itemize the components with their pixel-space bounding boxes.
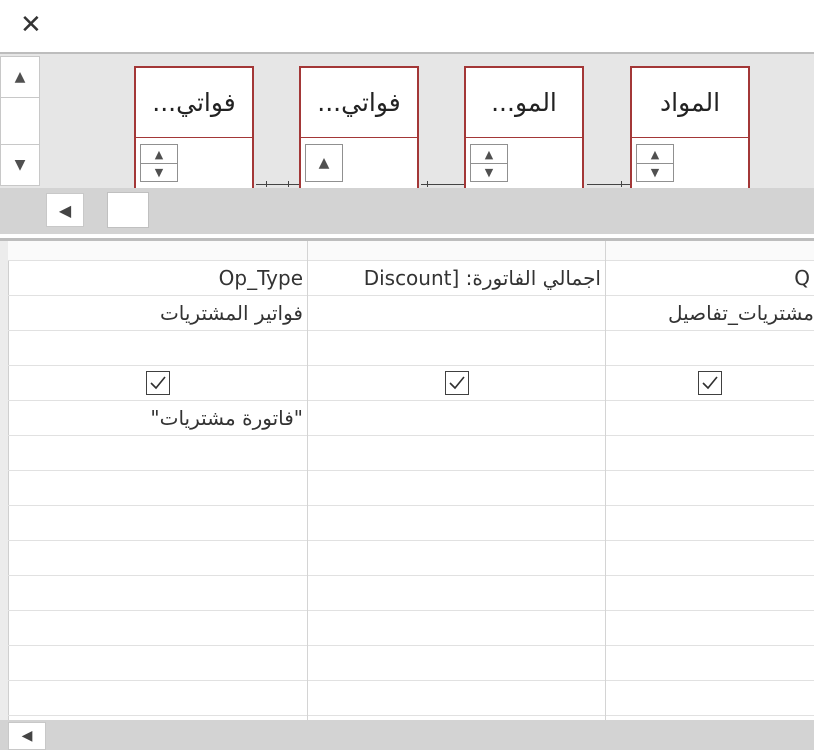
empty-cell[interactable] [606,576,814,611]
empty-cell[interactable] [606,646,814,681]
empty-cell[interactable] [606,681,814,716]
checkbox-checked-icon[interactable] [444,371,469,395]
criteria-value: "فاتورة مشتريات" [150,406,303,430]
empty-cell[interactable] [308,506,605,541]
empty-cell[interactable] [308,681,605,716]
table-cell[interactable]: فواتير المشتريات [8,296,307,331]
table-value: فواتير المشتريات [159,301,303,325]
empty-cell[interactable] [308,471,605,506]
query-window-header: ✕ [0,0,814,54]
join-line [421,181,464,187]
show-cell[interactable] [8,366,307,401]
empty-cell[interactable] [308,576,605,611]
table-field-scroll[interactable]: ▲ [305,144,343,182]
field-value: Q [794,266,810,290]
join-line [256,181,299,187]
arrow-left-icon[interactable]: ◀ [8,722,46,750]
arrow-down-icon[interactable]: ▼ [141,163,177,181]
criteria-cell[interactable] [308,401,605,436]
vertical-scrollbar[interactable]: ▲ ▼ [0,56,40,186]
arrow-left-icon[interactable]: ◀ [46,193,84,227]
query-table-pane[interactable]: ▲ ▼ فواتي... ▲ ▼ فواتي... ▲ المو... ▲ ▼ … [0,54,814,188]
sort-cell[interactable] [308,331,605,366]
empty-cell[interactable] [308,541,605,576]
empty-cell[interactable] [8,471,307,506]
query-design-grid[interactable]: Op_Type فواتير المشتريات "فاتورة مشتريات… [0,238,814,723]
column-selector[interactable] [606,241,814,261]
table-title[interactable]: المواد [632,68,748,138]
sort-cell[interactable] [8,331,307,366]
arrow-up-icon[interactable]: ▲ [471,145,507,164]
show-cell[interactable] [606,366,814,401]
checkbox-checked-icon[interactable] [698,371,722,395]
empty-cell[interactable] [8,611,307,646]
column-selector[interactable] [8,241,307,261]
pane-horizontal-scrollbar[interactable]: ◀ [0,188,814,234]
criteria-cell[interactable] [606,401,814,436]
arrow-up-icon[interactable]: ▲ [637,145,673,164]
table-title[interactable]: فواتي... [136,68,252,138]
arrow-up-icon[interactable]: ▲ [141,145,177,164]
grid-column-quantity[interactable]: Q مشتريات_تفاصيل [606,241,814,723]
grid-column-op-type[interactable]: Op_Type فواتير المشتريات "فاتورة مشتريات… [8,241,308,723]
field-cell[interactable]: Op_Type [8,261,307,296]
arrow-down-icon[interactable]: ▼ [1,144,39,185]
table-value: مشتريات_تفاصيل [667,301,814,325]
empty-cell[interactable] [8,646,307,681]
or-cell[interactable] [8,436,307,471]
table-box-1[interactable]: فواتي... ▲ ▼ [134,66,254,188]
table-field-scroll[interactable]: ▲ ▼ [636,144,674,182]
empty-cell[interactable] [8,506,307,541]
column-selector[interactable] [308,241,605,261]
field-cell[interactable]: Q [606,261,814,296]
table-title[interactable]: فواتي... [301,68,417,138]
or-cell[interactable] [308,436,605,471]
arrow-up-icon[interactable]: ▲ [1,57,39,98]
join-line [587,181,630,187]
empty-cell[interactable] [8,681,307,716]
or-cell[interactable] [606,436,814,471]
scroll-thumb[interactable] [107,192,149,228]
empty-cell[interactable] [8,541,307,576]
field-value: اجمالي الفاتورة: [Discount [363,266,601,290]
grid-horizontal-scrollbar[interactable]: ◀ [0,720,814,750]
table-field-scroll[interactable]: ▲ ▼ [470,144,508,182]
grid-column-total[interactable]: اجمالي الفاتورة: [Discount [308,241,606,723]
empty-cell[interactable] [308,611,605,646]
checkbox-checked-icon[interactable] [145,371,170,395]
close-icon[interactable]: ✕ [20,8,42,42]
table-title[interactable]: المو... [466,68,582,138]
empty-cell[interactable] [606,611,814,646]
field-value: Op_Type [218,266,303,290]
empty-cell[interactable] [8,576,307,611]
sort-cell[interactable] [606,331,814,366]
criteria-cell[interactable]: "فاتورة مشتريات" [8,401,307,436]
table-box-2[interactable]: فواتي... ▲ [299,66,419,188]
field-cell[interactable]: اجمالي الفاتورة: [Discount [308,261,605,296]
table-cell[interactable]: مشتريات_تفاصيل [606,296,814,331]
show-cell[interactable] [308,366,605,401]
arrow-down-icon[interactable]: ▼ [637,163,673,181]
table-box-3[interactable]: المو... ▲ ▼ [464,66,584,188]
empty-cell[interactable] [606,506,814,541]
table-box-4[interactable]: المواد ▲ ▼ [630,66,750,188]
arrow-down-icon[interactable]: ▼ [471,163,507,181]
arrow-up-icon[interactable]: ▲ [306,145,342,181]
table-cell[interactable] [308,296,605,331]
table-field-scroll[interactable]: ▲ ▼ [140,144,178,182]
empty-cell[interactable] [308,646,605,681]
empty-cell[interactable] [606,541,814,576]
empty-cell[interactable] [606,471,814,506]
